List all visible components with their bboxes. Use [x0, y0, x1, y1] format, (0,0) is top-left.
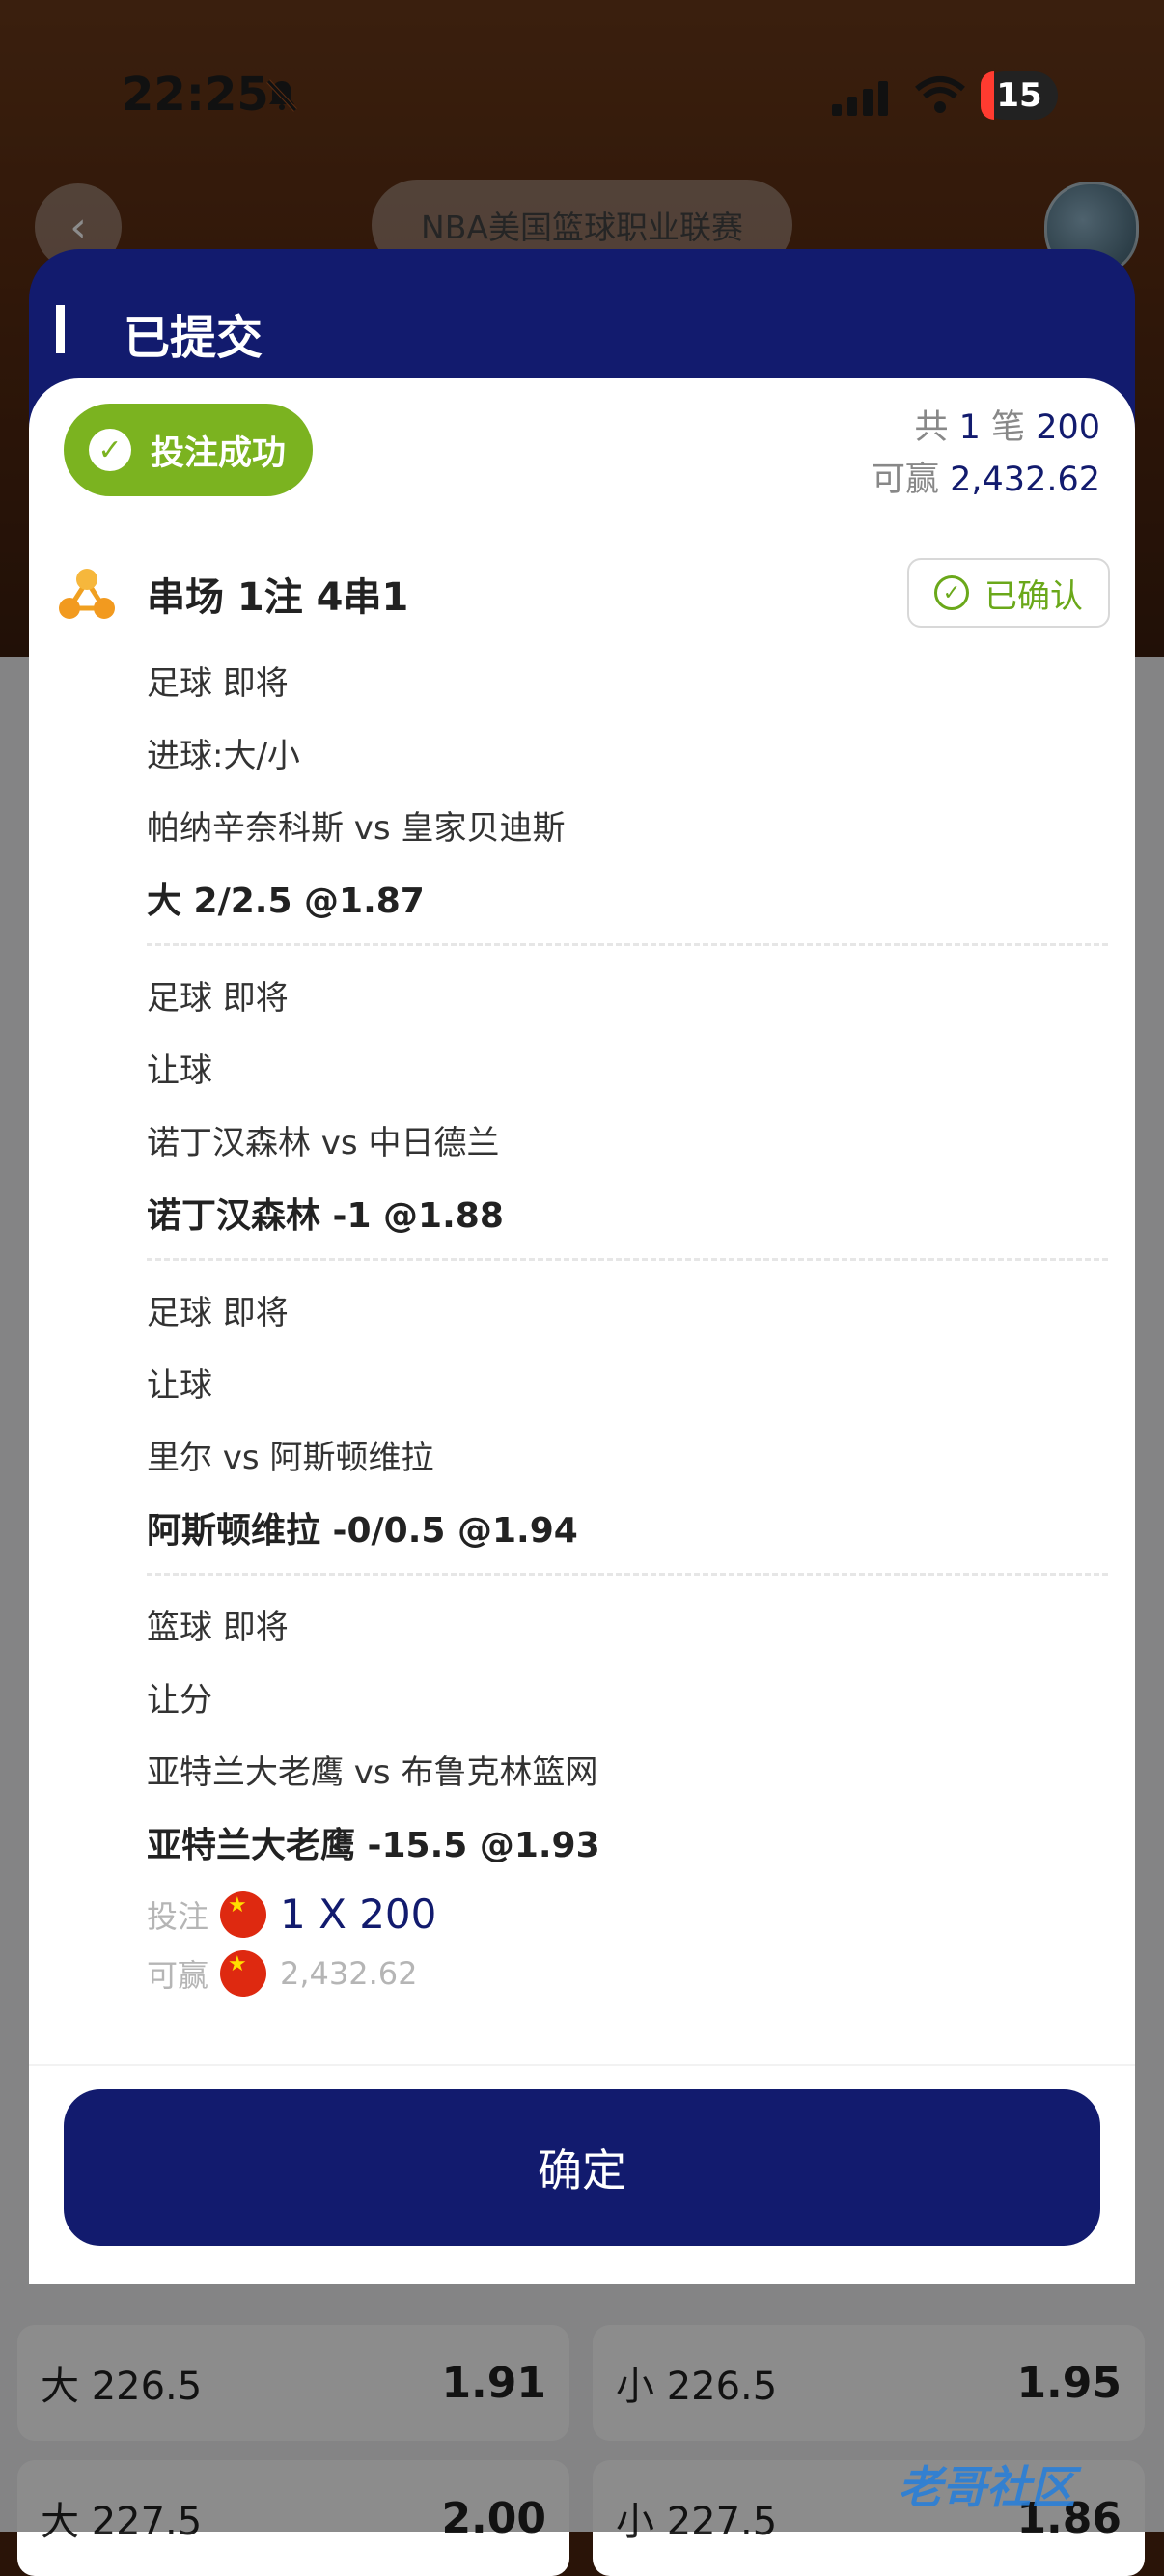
leg-sport-status: 足球 即将: [147, 979, 289, 1018]
win-row: 可赢 2,432.62: [147, 1950, 418, 1997]
leg-market: 让分: [147, 1681, 212, 1720]
status-time: 22:25: [122, 68, 269, 122]
confirm-button[interactable]: 确定: [64, 2089, 1100, 2246]
total-amount: 200: [1036, 408, 1100, 447]
leg-market: 让球: [147, 1366, 212, 1405]
win-value: 2,432.62: [280, 1955, 418, 1992]
bet-count: 1: [958, 408, 981, 447]
china-flag-icon: [220, 1890, 267, 1938]
win-label: 可赢: [147, 1957, 209, 1994]
leg-divider: [147, 1258, 1108, 1261]
count-unit: 笔: [991, 408, 1026, 447]
leg-pick: 大 2/2.5 @1.87: [147, 882, 425, 921]
battery-indicator: 15: [981, 71, 1058, 120]
signal-icon: [832, 81, 888, 116]
leg-divider: [147, 943, 1108, 946]
leg-pick: 亚特兰大老鹰 -15.5 @1.93: [147, 1826, 600, 1865]
leg-match: 里尔 vs 阿斯顿维拉: [147, 1439, 434, 1477]
china-flag-icon: [220, 1950, 267, 1997]
leg-match: 亚特兰大老鹰 vs 布鲁克林篮网: [147, 1753, 598, 1792]
parlay-icon: [59, 569, 115, 619]
stake-row: 投注 1 X 200: [147, 1890, 436, 1938]
title-accent-bar: [56, 305, 65, 353]
leg-match: 诺丁汉森林 vs 中日德兰: [147, 1124, 500, 1162]
leg-market: 让球: [147, 1051, 212, 1090]
success-badge: ✓ 投注成功: [64, 404, 313, 496]
success-label: 投注成功: [151, 434, 287, 473]
count-prefix: 共: [914, 408, 949, 447]
wifi-icon: [915, 76, 965, 113]
leg-market: 进球:大/小: [147, 737, 300, 775]
check-circle-icon: ✓: [934, 575, 969, 610]
stake-label: 投注: [147, 1897, 209, 1935]
bell-muted-icon: [266, 79, 297, 112]
confirmed-badge: ✓ 已确认: [907, 558, 1110, 628]
leg-match: 帕纳辛奈科斯 vs 皇家贝迪斯: [147, 809, 566, 848]
parlay-title: 串场 1注 4串1: [147, 575, 409, 620]
win-amount: 2,432.62: [950, 461, 1100, 499]
bet-summary: 共 1 笔 200 可赢 2,432.62: [872, 402, 1100, 506]
leg-divider: [147, 1573, 1108, 1576]
leg-sport-status: 篮球 即将: [147, 1609, 289, 1647]
leg-sport-status: 足球 即将: [147, 664, 289, 703]
watermark: 老哥社区: [898, 2461, 1075, 2513]
check-icon: ✓: [89, 429, 131, 471]
confirmed-label: 已确认: [984, 576, 1083, 616]
win-label: 可赢: [871, 461, 939, 499]
leg-sport-status: 足球 即将: [147, 1294, 289, 1332]
leg-pick: 阿斯顿维拉 -0/0.5 @1.94: [147, 1511, 578, 1551]
modal-title: 已提交: [124, 311, 263, 365]
leg-pick: 诺丁汉森林 -1 @1.88: [147, 1196, 504, 1236]
stake-value: 1 X 200: [280, 1890, 437, 1938]
